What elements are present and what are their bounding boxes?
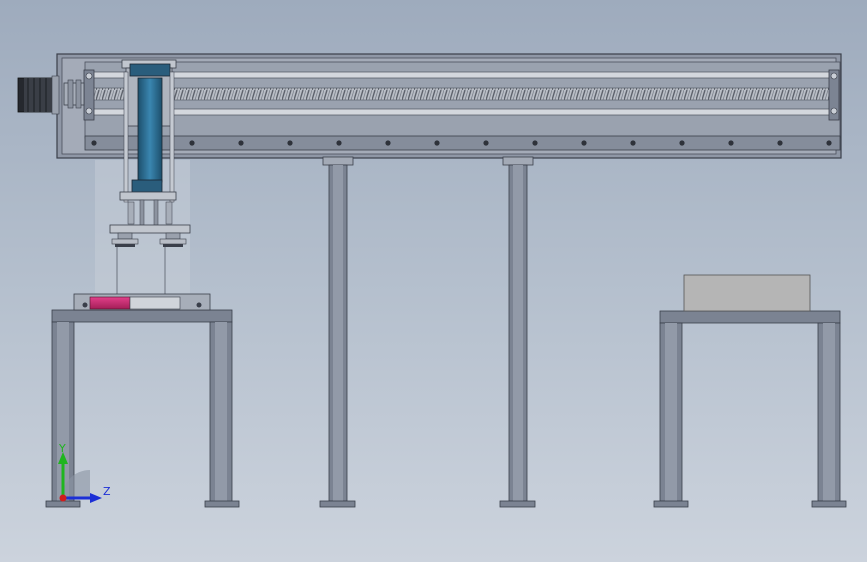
workpiece-magenta — [89, 296, 131, 310]
assembly-drawing[interactable] — [0, 0, 867, 562]
beam-bolt — [483, 140, 489, 146]
ball-screw — [91, 87, 838, 101]
triad-z-label: Z — [103, 485, 111, 498]
beam-bolt — [287, 140, 293, 146]
beam-bolt — [532, 140, 538, 146]
stepper-motor[interactable] — [17, 75, 60, 115]
gantry-beam[interactable] — [56, 53, 842, 159]
pneumatic-cylinder — [137, 77, 163, 183]
x-axis-dot — [59, 494, 67, 502]
upper-guide-rail — [91, 71, 835, 79]
beam-bolt — [679, 140, 685, 146]
right-work-table[interactable] — [653, 310, 847, 508]
cad-viewport[interactable]: Y Z — [0, 0, 867, 562]
beam-bolt — [336, 140, 342, 146]
beam-bolt — [581, 140, 587, 146]
support-column-2[interactable] — [499, 156, 536, 508]
beam-bolt — [189, 140, 195, 146]
beam-bolt — [238, 140, 244, 146]
support-column-1[interactable] — [319, 156, 356, 508]
beam-bolt — [91, 140, 97, 146]
motor-coupling — [63, 79, 85, 109]
storage-box[interactable] — [683, 274, 811, 312]
beam-bolt — [630, 140, 636, 146]
beam-bolt — [385, 140, 391, 146]
workpiece-grey — [129, 296, 181, 310]
beam-bolt — [777, 140, 783, 146]
lower-guide-rail — [91, 108, 835, 116]
beam-bolt — [434, 140, 440, 146]
beam-bolt — [826, 140, 832, 146]
triad-y-label: Y — [59, 442, 66, 455]
beam-bolt — [728, 140, 734, 146]
